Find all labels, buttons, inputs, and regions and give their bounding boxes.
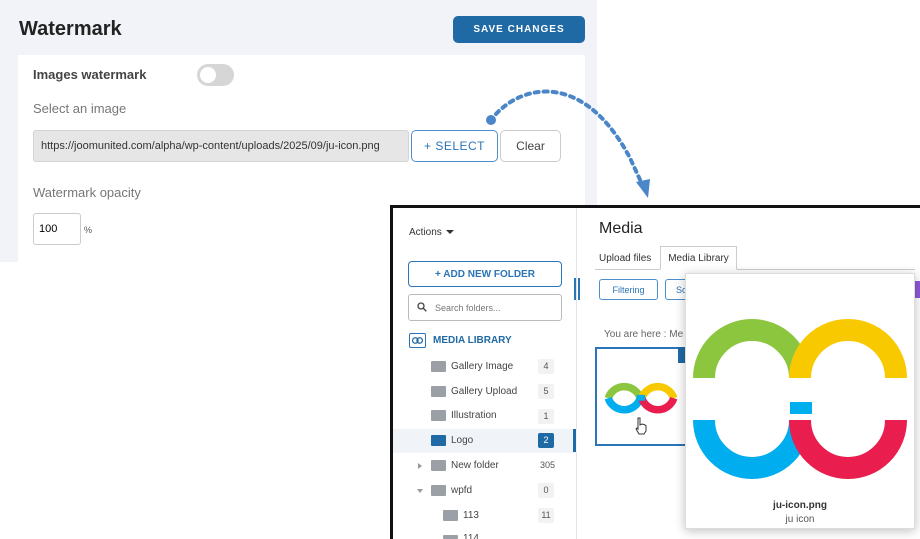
caret-down-icon[interactable] bbox=[446, 230, 454, 234]
tabs-divider bbox=[595, 269, 915, 270]
media-library-icon bbox=[409, 333, 426, 348]
add-new-folder-button[interactable]: + ADD NEW FOLDER bbox=[408, 261, 562, 287]
folder-count: 2 bbox=[538, 433, 554, 448]
image-preview-popup bbox=[685, 273, 915, 529]
folder-icon bbox=[431, 361, 446, 372]
images-watermark-label: Images watermark bbox=[33, 67, 147, 82]
breadcrumb: You are here : Me bbox=[604, 329, 684, 340]
folder-count: 305 bbox=[540, 460, 556, 470]
preview-filename: ju-icon.png bbox=[773, 500, 827, 511]
page-title: Watermark bbox=[19, 18, 122, 40]
folder-name: 114 bbox=[463, 533, 479, 539]
folder-icon bbox=[431, 485, 446, 496]
active-indicator bbox=[573, 429, 576, 452]
expand-icon[interactable] bbox=[418, 463, 422, 469]
tab-media-library[interactable]: Media Library bbox=[660, 246, 737, 270]
folder-icon bbox=[431, 435, 446, 446]
folder-count: 11 bbox=[538, 508, 554, 523]
save-changes-button[interactable]: SAVE CHANGES bbox=[453, 16, 585, 43]
media-title: Media bbox=[599, 220, 643, 237]
image-url-field[interactable] bbox=[33, 130, 409, 162]
watermark-opacity-label: Watermark opacity bbox=[33, 185, 141, 200]
folder-count: 0 bbox=[538, 483, 554, 498]
folder-icon bbox=[443, 510, 458, 521]
preview-title: ju icon bbox=[785, 514, 815, 525]
folder-name: New folder bbox=[451, 460, 499, 471]
folder-name: Gallery Image bbox=[451, 361, 514, 372]
search-placeholder: Search folders... bbox=[435, 303, 501, 313]
folder-name: Gallery Upload bbox=[451, 386, 518, 397]
folder-item-114[interactable] bbox=[393, 529, 577, 539]
ju-icon-preview-image bbox=[693, 319, 907, 479]
toggle-knob bbox=[200, 67, 216, 83]
select-image-label: Select an image bbox=[33, 101, 127, 116]
hand-cursor-icon bbox=[635, 417, 647, 435]
opacity-input[interactable] bbox=[33, 213, 81, 245]
folder-icon bbox=[443, 535, 458, 539]
media-library-label[interactable]: MEDIA LIBRARY bbox=[433, 335, 512, 346]
folder-name: Logo bbox=[451, 435, 474, 446]
folder-icon bbox=[431, 410, 446, 421]
folder-icon bbox=[431, 460, 446, 471]
dotted-arrow-icon bbox=[486, 89, 650, 198]
folder-count: 4 bbox=[538, 359, 554, 374]
sidebar-resize-handle[interactable] bbox=[574, 278, 580, 300]
folder-name: wpfd bbox=[451, 485, 473, 496]
filtering-button[interactable]: Filtering bbox=[599, 279, 658, 300]
collapse-icon[interactable] bbox=[417, 489, 423, 493]
folder-count: 1 bbox=[538, 409, 554, 424]
actions-menu[interactable]: Actions bbox=[409, 227, 442, 238]
search-icon bbox=[417, 302, 427, 312]
folder-name: Illustration bbox=[451, 410, 497, 421]
percent-unit: % bbox=[84, 225, 93, 235]
folder-icon bbox=[431, 386, 446, 397]
folder-name: 113 bbox=[463, 510, 479, 521]
tab-upload-files[interactable]: Upload files bbox=[599, 253, 651, 264]
folder-count: 5 bbox=[538, 384, 554, 399]
